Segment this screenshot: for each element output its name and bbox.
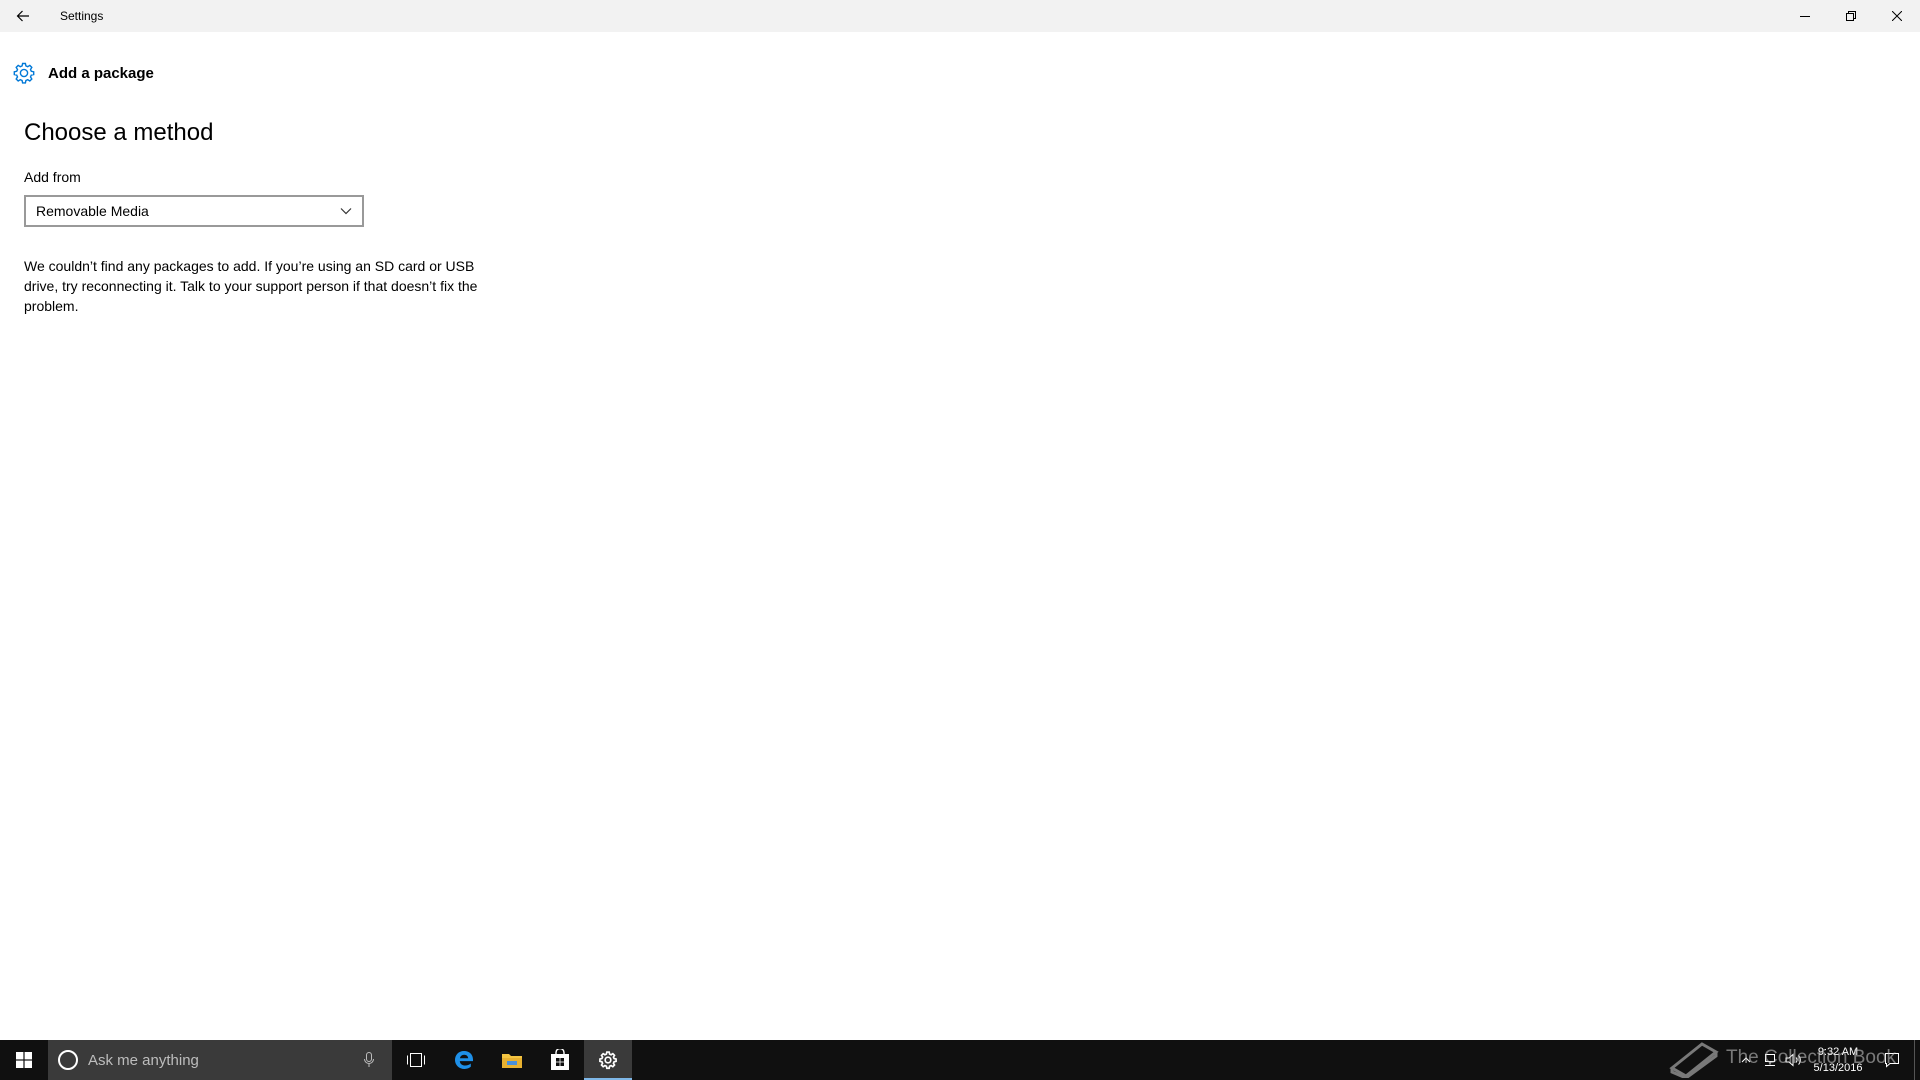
back-button[interactable] (0, 0, 46, 32)
store-taskbar-button[interactable] (536, 1040, 584, 1080)
network-button[interactable] (1758, 1040, 1782, 1080)
microphone-icon[interactable] (354, 1040, 384, 1080)
chevron-up-icon (1741, 1057, 1751, 1063)
notification-icon (1885, 1053, 1899, 1068)
restore-icon (1846, 11, 1856, 21)
title-bar: Settings (0, 0, 1920, 32)
gear-icon (13, 62, 35, 84)
file-explorer-taskbar-button[interactable] (488, 1040, 536, 1080)
section-title: Choose a method (24, 119, 214, 146)
page-title: Add a package (48, 64, 154, 82)
edge-icon (455, 1051, 473, 1069)
add-from-label: Add from (24, 169, 81, 185)
search-box[interactable]: Ask me anything (48, 1040, 392, 1080)
network-icon (1765, 1054, 1775, 1066)
task-view-icon (407, 1053, 425, 1067)
window-controls (1782, 0, 1920, 32)
minimize-button[interactable] (1782, 0, 1828, 32)
back-arrow-icon (16, 10, 29, 22)
minimize-icon (1800, 16, 1810, 17)
app-title: Settings (60, 9, 104, 23)
speaker-icon (1785, 1053, 1801, 1067)
clock-date: 5/13/2016 (1813, 1062, 1863, 1074)
close-icon (1892, 11, 1902, 21)
task-view-button[interactable] (392, 1040, 440, 1080)
no-packages-message: We couldn’t find any packages to add. If… (24, 258, 478, 314)
start-button[interactable] (0, 1040, 48, 1080)
show-desktop-button[interactable] (1914, 1040, 1920, 1080)
search-placeholder: Ask me anything (88, 1051, 199, 1069)
action-center-button[interactable] (1870, 1040, 1914, 1080)
settings-taskbar-button[interactable] (584, 1040, 632, 1080)
page-header: Add a package (12, 60, 154, 86)
store-bag-icon (551, 1049, 569, 1070)
taskbar-clock[interactable]: 9:32 AM 5/13/2016 (1806, 1044, 1870, 1076)
chevron-down-icon (330, 197, 362, 225)
cortana-icon (58, 1050, 78, 1070)
close-button[interactable] (1874, 0, 1920, 32)
volume-button[interactable] (1782, 1040, 1806, 1080)
add-from-dropdown[interactable]: Removable Media (24, 195, 364, 227)
show-hidden-icons-button[interactable] (1734, 1040, 1758, 1080)
folder-icon (502, 1054, 522, 1068)
clock-time: 9:32 AM (1817, 1046, 1859, 1058)
gear-icon (599, 1051, 617, 1070)
restore-button[interactable] (1828, 0, 1874, 32)
system-tray: 9:32 AM 5/13/2016 (1734, 1040, 1920, 1080)
add-from-selected-value: Removable Media (36, 203, 149, 219)
taskbar: Ask me anything 9:32 AM 5/13/2016 (0, 1040, 1920, 1080)
windows-logo-icon (16, 1052, 32, 1068)
edge-taskbar-button[interactable] (440, 1040, 488, 1080)
